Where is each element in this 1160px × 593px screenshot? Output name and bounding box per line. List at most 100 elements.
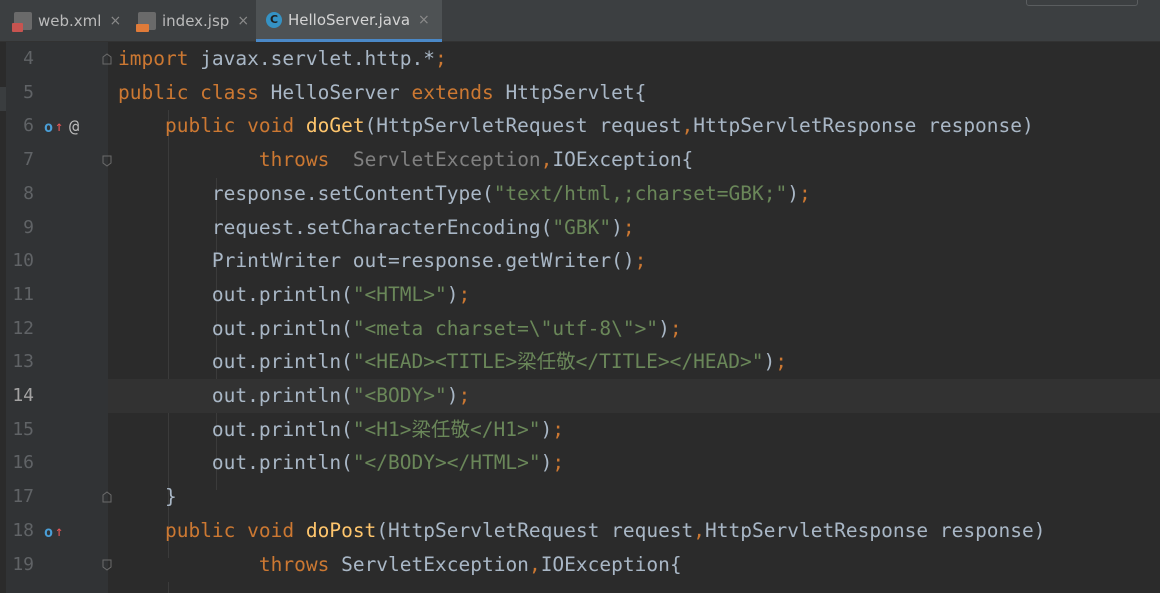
code-token: ; xyxy=(669,316,682,340)
code-token: ) xyxy=(446,384,459,407)
fold-marker-icon[interactable] xyxy=(101,53,113,65)
code-line[interactable]: 16 out.println("</BODY></HTML>"); xyxy=(0,446,1160,480)
code-token: PrintWriter out=response.getWriter() xyxy=(118,249,635,273)
code-token: HttpServletResponse response) xyxy=(693,114,1034,138)
line-number: 11 xyxy=(12,283,34,305)
code-token: ) xyxy=(787,181,799,205)
code-editor[interactable]: 4 import javax.servlet.http.*; 5 public cla… xyxy=(0,42,1160,593)
code-text[interactable]: out.println("<BODY>"); xyxy=(118,379,470,413)
override-method-icon[interactable]: o xyxy=(44,110,53,144)
code-text[interactable]: } xyxy=(118,480,177,514)
code-text[interactable]: public class HelloServer extends HttpSer… xyxy=(118,76,646,110)
code-line[interactable]: 8 response.setContentType("text/html,;ch… xyxy=(0,177,1160,211)
code-line[interactable]: 19 throws ServletException,IOException{ xyxy=(0,548,1160,582)
line-number: 7 xyxy=(23,149,34,171)
code-token: javax.servlet.http.* xyxy=(188,47,435,70)
code-token: public void xyxy=(164,518,295,542)
code-text[interactable]: public void doGet(HttpServletRequest req… xyxy=(118,109,1034,143)
code-token: , xyxy=(528,552,541,576)
fold-marker-icon[interactable] xyxy=(101,155,113,167)
code-token: , xyxy=(681,114,694,138)
code-line[interactable]: 14 out.println("<BODY>"); xyxy=(0,379,1160,413)
xml-file-icon xyxy=(12,12,32,32)
line-number: 13 xyxy=(12,351,34,373)
code-token: ; xyxy=(775,350,788,374)
indent-guide xyxy=(168,582,169,593)
line-number: 9 xyxy=(23,216,34,238)
code-text[interactable]: out.println("<HTML>"); xyxy=(118,278,470,312)
code-text[interactable]: request.setCharacterEncoding("GBK"); xyxy=(118,211,635,245)
code-text[interactable]: out.println("</BODY></HTML>"); xyxy=(118,446,564,480)
code-token: ) xyxy=(540,417,553,441)
code-text[interactable]: public void doPost(HttpServletRequest re… xyxy=(118,514,1046,548)
code-line[interactable]: 6 public void doGet(HttpServletRequest r… xyxy=(0,109,1160,143)
code-token: "<BODY>" xyxy=(352,384,447,407)
code-text[interactable]: import javax.servlet.http.*; xyxy=(118,42,447,76)
code-token: "text/html,;charset=GBK;" xyxy=(493,181,788,205)
code-line[interactable]: 11 out.println("<HTML>"); xyxy=(0,278,1160,312)
code-text[interactable]: PrintWriter out=response.getWriter(); xyxy=(118,244,646,278)
code-token: "GBK" xyxy=(552,215,612,239)
line-number: 17 xyxy=(12,486,34,508)
code-line[interactable]: 7 throws ServletException,IOException{ xyxy=(0,143,1160,177)
code-text[interactable]: out.println("<H1>梁任敬</H1>"); xyxy=(118,413,564,447)
code-token: "<H1>梁任敬</H1>" xyxy=(352,417,541,441)
code-line[interactable]: 18 public void doPost(HttpServletRequest… xyxy=(0,514,1160,548)
code-token: request.setCharacterEncoding( xyxy=(118,215,553,239)
up-arrow-icon[interactable]: ↑ xyxy=(55,515,63,549)
code-line[interactable]: 4 import javax.servlet.http.*; xyxy=(0,42,1160,76)
line-number: 4 xyxy=(23,48,34,69)
code-text[interactable]: out.println("<HEAD><TITLE>梁任敬</TITLE></H… xyxy=(118,345,787,379)
code-token: (HttpServletRequest request xyxy=(376,518,694,542)
code-token: ; xyxy=(435,47,447,70)
code-token: import xyxy=(118,47,189,70)
tab-web-xml[interactable]: web.xml × xyxy=(12,0,121,42)
code-line[interactable]: 15 out.println("<H1>梁任敬</H1>"); xyxy=(0,413,1160,447)
line-number: 18 xyxy=(12,519,34,541)
override-method-icon[interactable]: o xyxy=(44,515,53,549)
code-token: ; xyxy=(552,451,565,475)
close-icon[interactable]: × xyxy=(237,13,249,29)
tab-helloserver-java[interactable]: C HelloServer.java × xyxy=(256,0,442,42)
tab-index-jsp[interactable]: index.jsp × xyxy=(136,0,249,42)
fold-marker-icon[interactable] xyxy=(101,559,113,571)
code-token: out.println( xyxy=(118,451,353,475)
annotation-icon[interactable]: @ xyxy=(69,110,79,144)
code-line[interactable]: 12 out.println("<meta charset=\"utf-8\">… xyxy=(0,312,1160,346)
close-icon[interactable]: × xyxy=(418,12,430,28)
code-text[interactable]: throws ServletException,IOException{ xyxy=(118,143,693,177)
code-token: ; xyxy=(458,282,471,306)
code-token: out.println( xyxy=(118,350,353,374)
close-icon[interactable]: × xyxy=(109,13,121,29)
code-text[interactable]: out.println("<meta charset=\"utf-8\">"); xyxy=(118,312,682,346)
line-number: 8 xyxy=(23,182,34,204)
code-token: HelloServer xyxy=(258,80,412,104)
toolbar-widget[interactable] xyxy=(1026,0,1138,6)
code-token: , xyxy=(693,518,706,542)
code-token: doGet xyxy=(305,114,365,138)
fold-marker-icon[interactable] xyxy=(101,491,113,503)
code-token: response.setContentType( xyxy=(118,181,494,205)
code-line[interactable]: 13 out.println("<HEAD><TITLE>梁任敬</TITLE>… xyxy=(0,345,1160,379)
code-line[interactable]: 10 PrintWriter out=response.getWriter(); xyxy=(0,244,1160,278)
code-token: ) xyxy=(763,350,776,374)
line-number: 6 xyxy=(23,115,34,137)
line-number: 10 xyxy=(12,250,34,272)
code-text[interactable]: response.setContentType("text/html,;char… xyxy=(118,177,811,211)
code-text[interactable]: throws ServletException,IOException{ xyxy=(118,548,682,582)
code-token: , xyxy=(540,148,553,172)
code-token: ; xyxy=(552,417,564,441)
code-line[interactable]: 17 } xyxy=(0,480,1160,514)
code-line[interactable]: 9 request.setCharacterEncoding("GBK"); xyxy=(0,211,1160,245)
up-arrow-icon[interactable]: ↑ xyxy=(55,110,63,144)
code-token: ; xyxy=(458,384,471,407)
editor-tab-bar: web.xml × index.jsp × C HelloServer.java… xyxy=(0,0,1160,42)
code-token: "</BODY></HTML>" xyxy=(352,451,541,475)
code-token: ; xyxy=(634,249,647,273)
code-line[interactable]: 5 public class HelloServer extends HttpSe… xyxy=(0,76,1160,110)
